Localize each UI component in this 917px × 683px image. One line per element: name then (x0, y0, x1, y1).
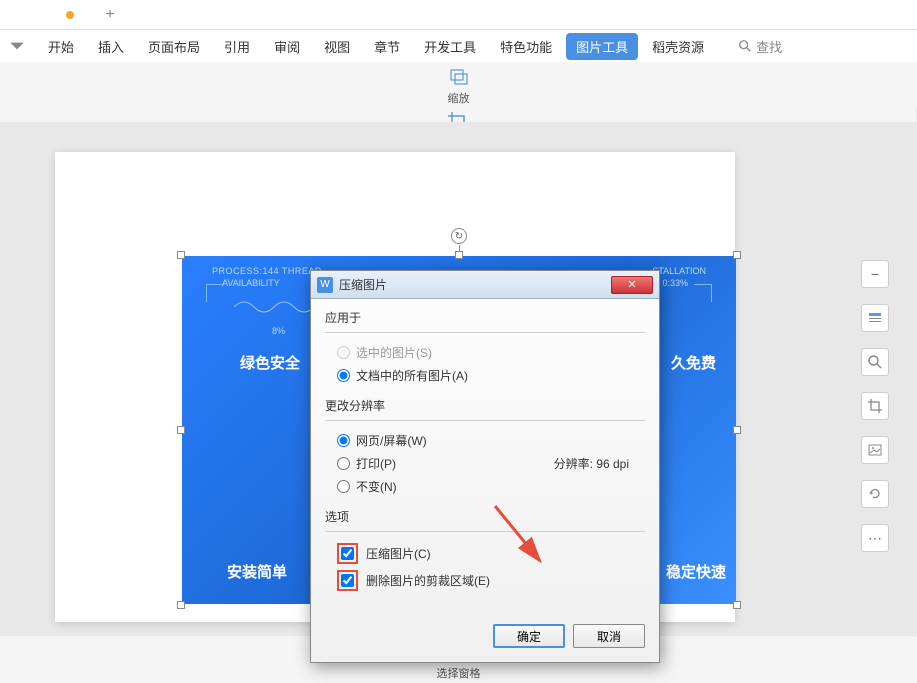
document-tab[interactable] (50, 1, 90, 29)
radio-nochange-input[interactable] (337, 480, 350, 493)
resize-handle-ml[interactable] (177, 426, 185, 434)
radio-nochange[interactable]: 不变(N) (325, 475, 645, 498)
radio-web-input[interactable] (337, 434, 350, 447)
cancel-button[interactable]: 取消 (573, 624, 645, 648)
zoom-group: 缩放 (0, 62, 917, 108)
tab-bar: + (0, 0, 917, 30)
ribbon-menu: 开始 插入 页面布局 引用 审阅 视图 章节 开发工具 特色功能 图片工具 稻壳… (0, 30, 917, 62)
zoom-label: 缩放 (448, 90, 470, 106)
annotation-highlight (337, 543, 358, 564)
img-text-green-safe: 绿色安全 (240, 352, 300, 373)
ribbon-tab-feature[interactable]: 特色功能 (490, 33, 562, 60)
resolution-title: 更改分辨率 (325, 397, 645, 414)
ribbon-tab-layout[interactable]: 页面布局 (138, 33, 210, 60)
img-corner-decoration (694, 284, 712, 302)
ribbon-tab-reference[interactable]: 引用 (214, 33, 260, 60)
radio-all-pics[interactable]: 文档中的所有图片(A) (325, 364, 645, 387)
select-pane-label: 选择窗格 (437, 665, 481, 681)
radio-print-label: 打印(P) (356, 455, 396, 472)
radio-nochange-label: 不变(N) (356, 478, 397, 495)
resize-handle-br[interactable] (733, 601, 741, 609)
radio-selected-pics: 选中的图片(S) (325, 341, 645, 364)
crop-icon (867, 398, 883, 414)
side-btn-minus[interactable]: − (861, 260, 889, 288)
search-label: 查找 (756, 37, 782, 56)
side-btn-crop[interactable] (861, 392, 889, 420)
radio-print[interactable]: 打印(P) 分辨率: 96 dpi (325, 452, 645, 475)
resize-handle-tr[interactable] (733, 251, 741, 259)
ribbon-tab-review[interactable]: 审阅 (264, 33, 310, 60)
ok-button[interactable]: 确定 (493, 624, 565, 648)
side-btn-more[interactable]: ⋯ (861, 524, 889, 552)
dialog-body: 应用于 选中的图片(S) 文档中的所有图片(A) 更改分辨率 网页/屏幕(W) … (311, 299, 659, 614)
unsaved-dot-icon (66, 11, 74, 19)
resize-handle-mr[interactable] (733, 426, 741, 434)
radio-all-pics-input[interactable] (337, 369, 350, 382)
dialog-titlebar[interactable]: W 压缩图片 ✕ (311, 271, 659, 299)
apply-to-title: 应用于 (325, 309, 645, 326)
annotation-highlight (337, 570, 358, 591)
img-text-pct33: 0:33% (662, 278, 688, 288)
compress-dialog: W 压缩图片 ✕ 应用于 选中的图片(S) 文档中的所有图片(A) 更改分辨率 … (310, 270, 660, 663)
resolution-section: 更改分辨率 网页/屏幕(W) 打印(P) 分辨率: 96 dpi 不变(N) (325, 397, 645, 498)
resize-handle-tl[interactable] (177, 251, 185, 259)
resize-handle-bl[interactable] (177, 601, 185, 609)
app-icon: W (317, 277, 333, 293)
resize-handle-tm[interactable] (455, 251, 463, 259)
radio-all-pics-label: 文档中的所有图片(A) (356, 367, 468, 384)
side-btn-rotate[interactable] (861, 480, 889, 508)
check-delete-crop[interactable]: 删除图片的剪裁区域(E) (325, 567, 645, 594)
close-button[interactable]: ✕ (611, 276, 653, 294)
dropdown-icon[interactable] (8, 37, 26, 55)
check-compress[interactable]: 压缩图片(C) (325, 540, 645, 567)
dialog-footer: 确定 取消 (311, 614, 659, 662)
rotate-handle[interactable]: ↻ (451, 228, 467, 244)
apply-to-section: 应用于 选中的图片(S) 文档中的所有图片(A) (325, 309, 645, 387)
radio-selected-pics-label: 选中的图片(S) (356, 344, 432, 361)
resolution-info: 分辨率: 96 dpi (554, 455, 629, 472)
side-btn-pic[interactable] (861, 436, 889, 464)
check-delete-crop-input[interactable] (341, 574, 354, 587)
check-compress-label: 压缩图片(C) (366, 545, 431, 562)
img-corner-decoration (206, 284, 224, 302)
img-text-stable-fast: 稳定快速 (666, 561, 726, 582)
search-box[interactable]: 查找 (726, 35, 794, 58)
layout-icon (867, 310, 883, 326)
rotate-icon (867, 486, 883, 502)
new-tab-button[interactable]: + (90, 1, 130, 29)
ribbon-tab-start[interactable]: 开始 (38, 33, 84, 60)
radio-web[interactable]: 网页/屏幕(W) (325, 429, 645, 452)
dialog-title: 压缩图片 (339, 276, 611, 293)
img-text-process: PROCESS:144 THREAD (212, 266, 322, 276)
img-wave-decoration (234, 294, 314, 320)
options-section: 选项 压缩图片(C) 删除图片的剪裁区域(E) (325, 508, 645, 594)
img-text-forever-free: 久免费 (671, 352, 716, 373)
options-title: 选项 (325, 508, 645, 525)
side-btn-layout[interactable] (861, 304, 889, 332)
zoom-icon[interactable] (447, 64, 471, 88)
radio-web-label: 网页/屏幕(W) (356, 432, 427, 449)
img-text-8pct: 8% (272, 326, 285, 336)
ribbon-tab-chapter[interactable]: 章节 (364, 33, 410, 60)
magnifier-icon (867, 354, 883, 370)
img-text-install-simple: 安装简单 (227, 561, 287, 582)
ribbon-tab-resources[interactable]: 稻壳资源 (642, 33, 714, 60)
ribbon-tab-picture-tools[interactable]: 图片工具 (566, 33, 638, 60)
side-btn-zoom[interactable] (861, 348, 889, 376)
ribbon-tab-view[interactable]: 视图 (314, 33, 360, 60)
search-icon (738, 39, 752, 53)
check-delete-crop-label: 删除图片的剪裁区域(E) (366, 572, 490, 589)
radio-selected-pics-input (337, 346, 350, 359)
radio-print-input[interactable] (337, 457, 350, 470)
picture-icon (867, 442, 883, 458)
img-text-availability: AVAILABILITY (222, 278, 280, 288)
side-toolbar: − ⋯ (861, 260, 889, 552)
img-text-installation: STALLATION (652, 266, 706, 276)
ribbon-tab-devtools[interactable]: 开发工具 (414, 33, 486, 60)
ribbon-tab-insert[interactable]: 插入 (88, 33, 134, 60)
check-compress-input[interactable] (341, 547, 354, 560)
